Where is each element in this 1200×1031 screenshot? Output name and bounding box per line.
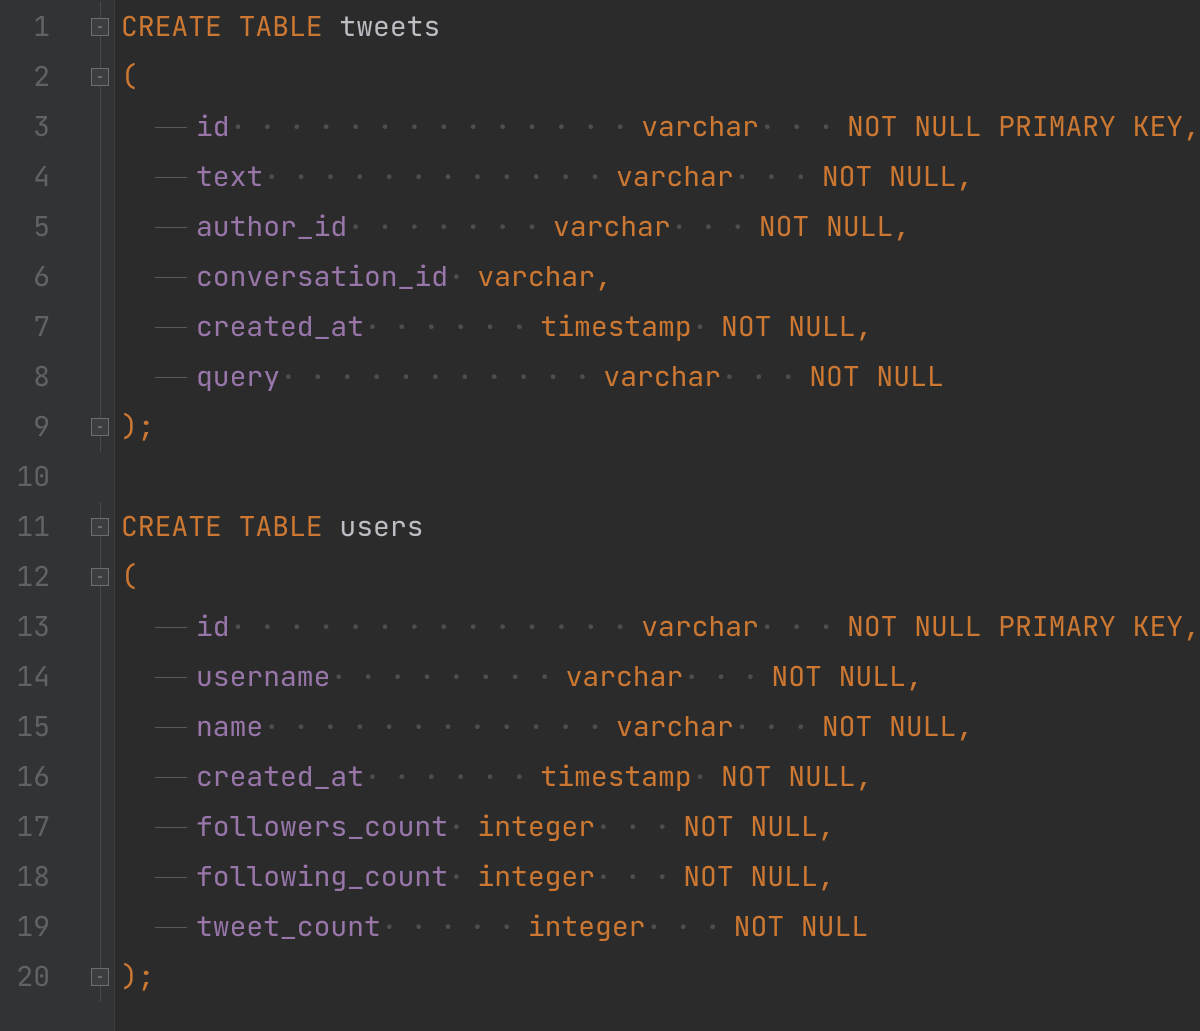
line-number: 12: [0, 552, 60, 602]
fold-slot: [60, 652, 115, 702]
fold-close-icon[interactable]: −: [91, 418, 109, 436]
fold-slot: −: [60, 552, 115, 602]
code-line[interactable]: text············varchar···NOT NULL,: [115, 152, 1200, 202]
code-line[interactable]: following_count·integer···NOT NULL,: [115, 852, 1200, 902]
code-line[interactable]: followers_count·integer···NOT NULL,: [115, 802, 1200, 852]
fold-slot: [60, 202, 115, 252]
fold-slot: [60, 452, 115, 502]
fold-slot: [60, 152, 115, 202]
line-number: 7: [0, 302, 60, 352]
code-line[interactable]: CREATE TABLE tweets: [115, 2, 1200, 52]
line-number: 6: [0, 252, 60, 302]
code-line[interactable]: CREATE TABLE users: [115, 502, 1200, 552]
line-number: 1: [0, 2, 60, 52]
line-number: 3: [0, 102, 60, 152]
fold-slot: −: [60, 952, 115, 1002]
line-number: 20: [0, 952, 60, 1002]
code-line[interactable]: created_at······timestamp·NOT NULL,: [115, 302, 1200, 352]
fold-slot: [60, 102, 115, 152]
fold-slot: [60, 252, 115, 302]
fold-open-icon[interactable]: −: [91, 68, 109, 86]
fold-slot: [60, 902, 115, 952]
line-number: 8: [0, 352, 60, 402]
line-number: 17: [0, 802, 60, 852]
line-number: 4: [0, 152, 60, 202]
code-line[interactable]: );: [115, 402, 1200, 452]
code-line[interactable]: name············varchar···NOT NULL,: [115, 702, 1200, 752]
code-line[interactable]: id··············varchar···NOT NULL PRIMA…: [115, 602, 1200, 652]
line-number: 13: [0, 602, 60, 652]
line-number: 14: [0, 652, 60, 702]
line-number: 19: [0, 902, 60, 952]
code-line[interactable]: [115, 452, 1200, 502]
fold-slot: −: [60, 52, 115, 102]
code-line[interactable]: tweet_count·····integer···NOT NULL: [115, 902, 1200, 952]
fold-slot: [60, 752, 115, 802]
fold-close-icon[interactable]: −: [91, 968, 109, 986]
code-editor[interactable]: 1234567891011121314151617181920 −−−−−− C…: [0, 0, 1200, 1031]
line-number: 11: [0, 502, 60, 552]
code-line[interactable]: );: [115, 952, 1200, 1002]
line-number: 18: [0, 852, 60, 902]
fold-slot: [60, 702, 115, 752]
fold-open-icon[interactable]: −: [91, 18, 109, 36]
fold-slot: −: [60, 502, 115, 552]
line-number: 15: [0, 702, 60, 752]
code-line[interactable]: id··············varchar···NOT NULL PRIMA…: [115, 102, 1200, 152]
fold-open-icon[interactable]: −: [91, 518, 109, 536]
line-number: 9: [0, 402, 60, 452]
fold-slot: [60, 852, 115, 902]
fold-slot: [60, 802, 115, 852]
code-line[interactable]: query···········varchar···NOT NULL: [115, 352, 1200, 402]
code-area[interactable]: CREATE TABLE tweets(id··············varc…: [115, 0, 1200, 1031]
line-number: 16: [0, 752, 60, 802]
code-line[interactable]: created_at······timestamp·NOT NULL,: [115, 752, 1200, 802]
fold-slot: [60, 302, 115, 352]
code-line[interactable]: username········varchar···NOT NULL,: [115, 652, 1200, 702]
line-number-gutter: 1234567891011121314151617181920: [0, 0, 60, 1031]
fold-slot: −: [60, 2, 115, 52]
line-number: 10: [0, 452, 60, 502]
line-number: 2: [0, 52, 60, 102]
code-line[interactable]: author_id·······varchar···NOT NULL,: [115, 202, 1200, 252]
code-line[interactable]: (: [115, 52, 1200, 102]
fold-slot: [60, 602, 115, 652]
fold-slot: [60, 352, 115, 402]
fold-open-icon[interactable]: −: [91, 568, 109, 586]
code-line[interactable]: conversation_id·varchar,: [115, 252, 1200, 302]
fold-gutter: − − − − − −: [60, 0, 115, 1031]
fold-slot: −: [60, 402, 115, 452]
code-line[interactable]: (: [115, 552, 1200, 602]
line-number: 5: [0, 202, 60, 252]
